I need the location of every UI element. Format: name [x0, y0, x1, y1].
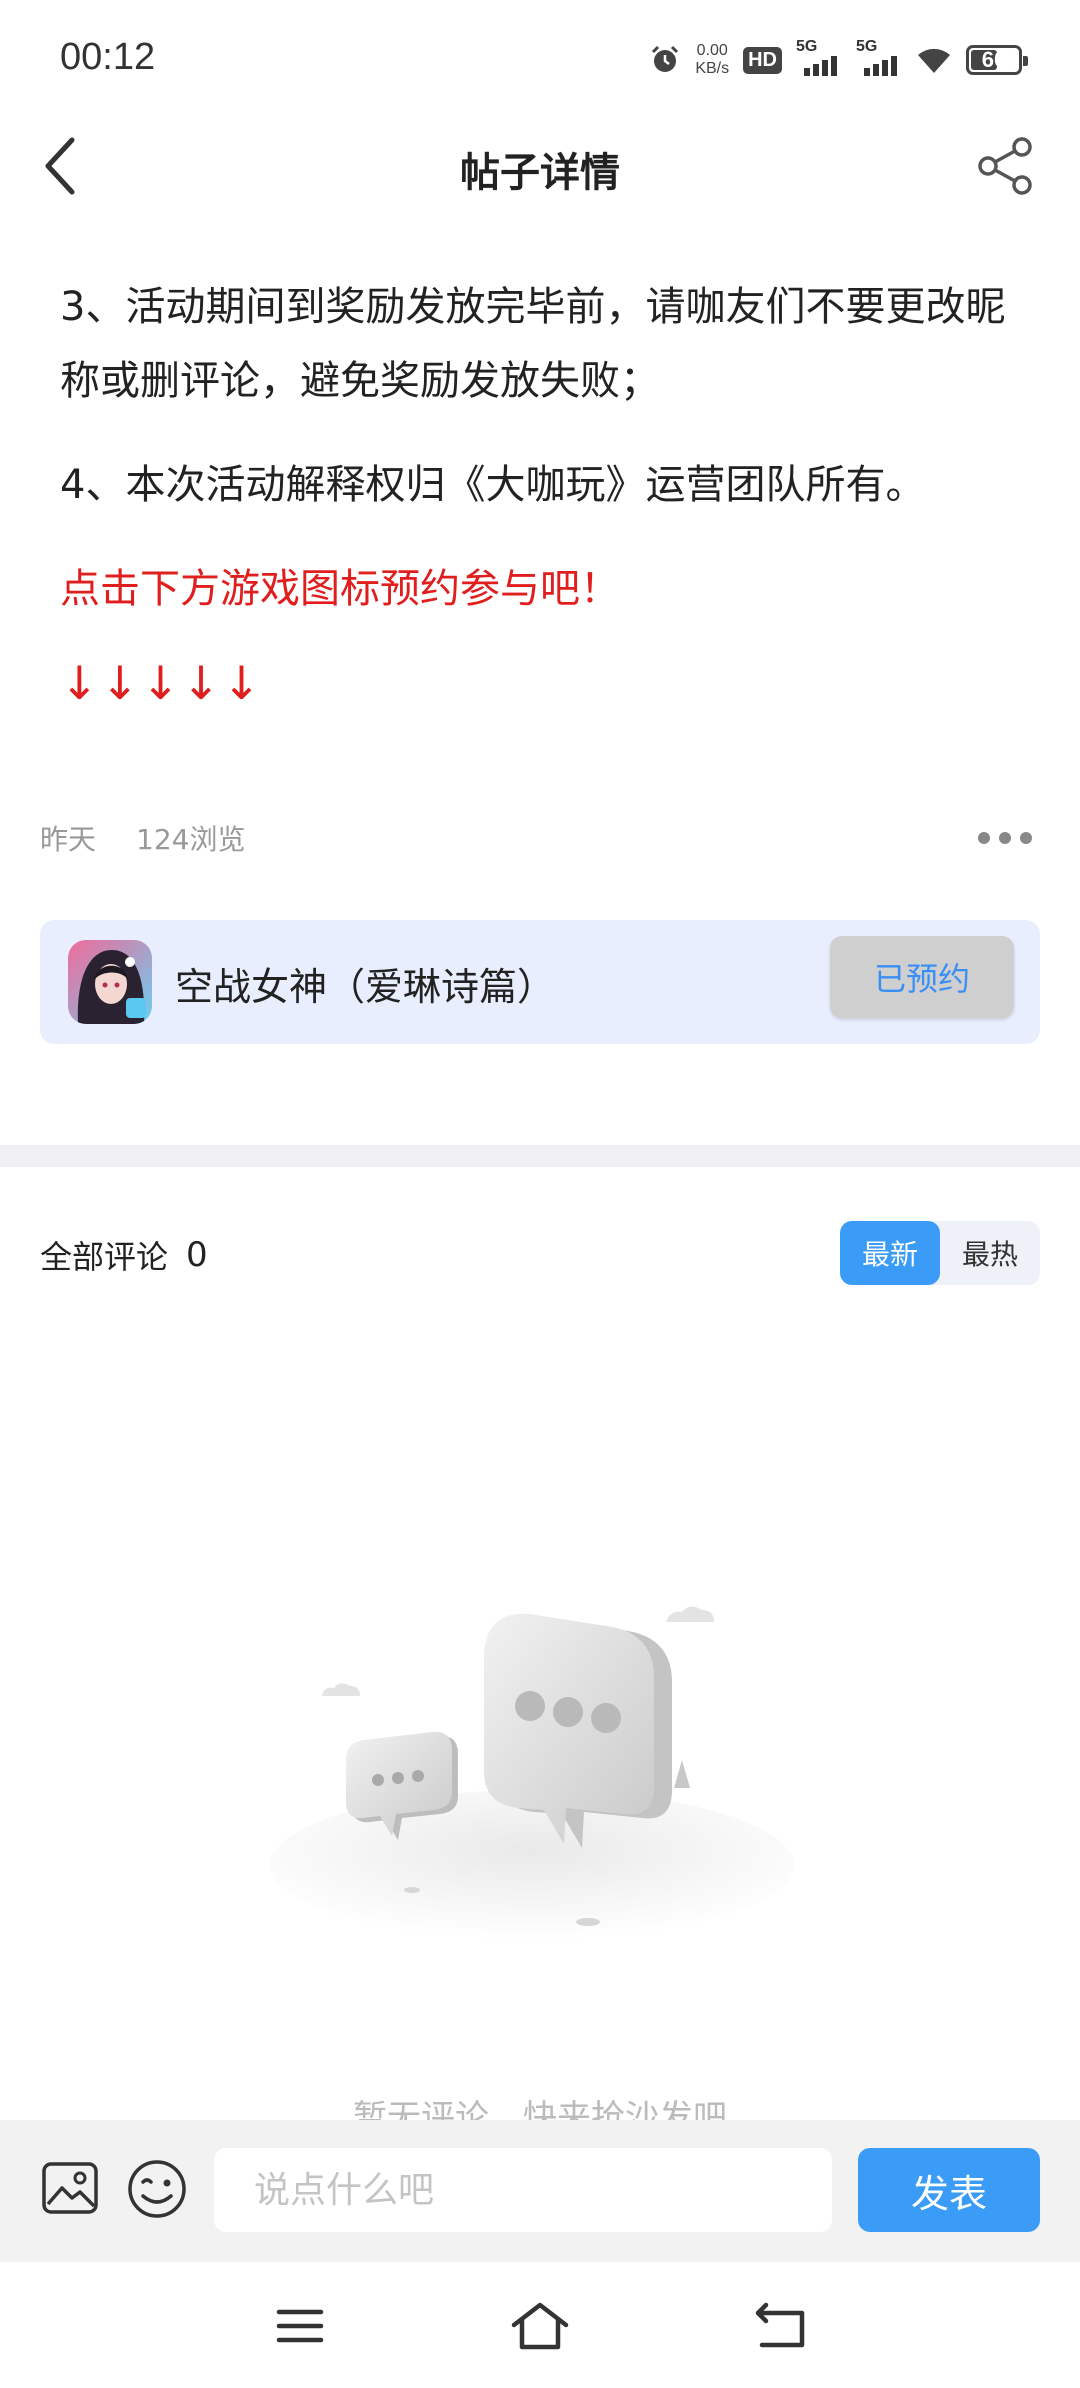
comment-input[interactable]: [214, 2148, 832, 2232]
post-call-to-action: 点击下方游戏图标预约参与吧！: [60, 566, 620, 612]
hd-icon: HD: [743, 46, 782, 74]
status-time: 00:12: [60, 36, 156, 78]
comments-header: 全部评论 0: [40, 1232, 208, 1278]
reserved-button[interactable]: 已预约: [830, 936, 1014, 1018]
comments-count: 0: [186, 1235, 208, 1275]
game-name[interactable]: 空战女神（爱琳诗篇）: [175, 956, 555, 1011]
emoji-button[interactable]: [126, 2158, 188, 2220]
signal-label: 5G: [796, 38, 818, 55]
page-title: 帖子详情: [460, 150, 620, 196]
system-nav-bar: [0, 2262, 1080, 2388]
signal-label: 5G: [856, 38, 878, 55]
battery-icon: 60: [966, 45, 1028, 75]
return-icon: [755, 2302, 805, 2348]
status-bar: 00:12 0.00 KB/s HD 5G 5G 60: [0, 0, 1080, 118]
comment-input-bar: 发表: [0, 2120, 1080, 2262]
app-header: 帖子详情: [0, 118, 1080, 210]
back-nav-button[interactable]: [750, 2298, 810, 2354]
game-card[interactable]: 空战女神（爱琳诗篇） 已预约: [40, 920, 1040, 1044]
more-dot-icon: [1020, 832, 1032, 844]
insert-image-button[interactable]: [40, 2158, 100, 2218]
post-content: 3、活动期间到奖励发放完毕前，请咖友们不要更改昵称或删评论，避免奖励发放失败； …: [60, 270, 1030, 710]
signal-5g-icon: 5G: [796, 38, 842, 80]
menu-button[interactable]: [270, 2298, 330, 2354]
view-count: 124浏览: [136, 823, 246, 856]
share-icon: [978, 137, 1032, 195]
battery-level: 60: [981, 47, 1007, 72]
post-paragraph: 3、活动期间到奖励发放完毕前，请咖友们不要更改昵称或删评论，避免奖励发放失败；: [60, 284, 1006, 404]
down-arrows: ↓↓↓↓↓: [60, 656, 263, 710]
home-button[interactable]: [510, 2298, 570, 2354]
alarm-icon: [652, 45, 679, 72]
empty-comments-illustration: [270, 1606, 794, 1940]
more-dot-icon: [978, 832, 990, 844]
network-speed-value: 0.00: [696, 42, 728, 59]
sort-tab-hottest[interactable]: 最热: [940, 1221, 1040, 1285]
network-speed: 0.00 KB/s: [695, 42, 729, 78]
comment-sort-tabs: 最新 最热: [840, 1221, 1040, 1285]
game-avatar[interactable]: [68, 940, 152, 1024]
image-icon: [42, 2162, 98, 2214]
more-options-button[interactable]: [970, 824, 1040, 852]
network-speed-unit: KB/s: [695, 60, 730, 77]
share-button[interactable]: [970, 126, 1040, 206]
post-paragraph: 4、本次活动解释权归《大咖玩》运营团队所有。: [60, 462, 926, 508]
status-icons: 0.00 KB/s HD 5G 5G 60: [649, 38, 1028, 82]
home-icon: [511, 2302, 569, 2350]
emoji-icon: [128, 2160, 186, 2218]
wifi-icon: [918, 48, 950, 73]
menu-icon: [276, 2309, 324, 2343]
sort-tab-newest[interactable]: 最新: [840, 1221, 940, 1285]
section-divider: [0, 1145, 1080, 1167]
more-dot-icon: [999, 832, 1011, 844]
post-date: 昨天: [40, 823, 97, 856]
comments-label: 全部评论: [40, 1238, 169, 1276]
publish-button[interactable]: 发表: [858, 2148, 1040, 2232]
post-meta: 昨天 124浏览: [40, 818, 1040, 858]
game-avatar-image: [68, 940, 152, 1024]
signal-5g-icon: 5G: [856, 38, 902, 80]
